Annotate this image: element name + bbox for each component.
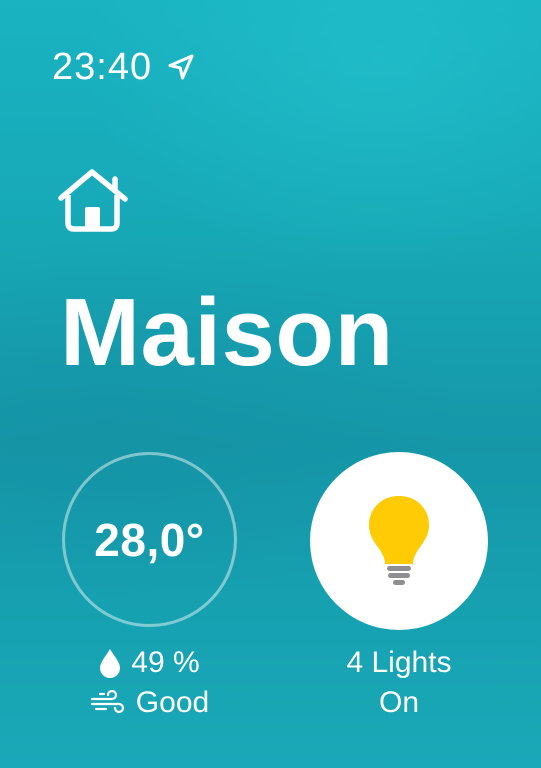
lights-state-label: On <box>378 686 420 719</box>
humidity-row: 49 % <box>99 646 200 680</box>
status-bar: 23:40 <box>52 48 196 86</box>
climate-widget[interactable]: 28,0° <box>62 452 237 627</box>
humidity-value: 49 % <box>131 646 200 679</box>
climate-stats: 49 % Good <box>62 646 237 720</box>
lights-label: 4 Lights On <box>310 646 488 720</box>
lights-count-label: 4 Lights <box>346 646 452 679</box>
lights-button[interactable] <box>310 452 488 630</box>
page-title: Maison <box>60 279 394 386</box>
lightbulb-icon <box>366 494 432 589</box>
temperature-value: 28,0° <box>94 513 205 566</box>
water-drop-icon <box>99 648 121 678</box>
status-time: 23:40 <box>52 46 153 88</box>
air-quality-row: Good <box>90 686 209 720</box>
air-quality-value: Good <box>135 686 210 719</box>
location-arrow-icon <box>166 52 196 82</box>
wind-icon <box>90 690 126 716</box>
home-icon <box>55 165 133 235</box>
